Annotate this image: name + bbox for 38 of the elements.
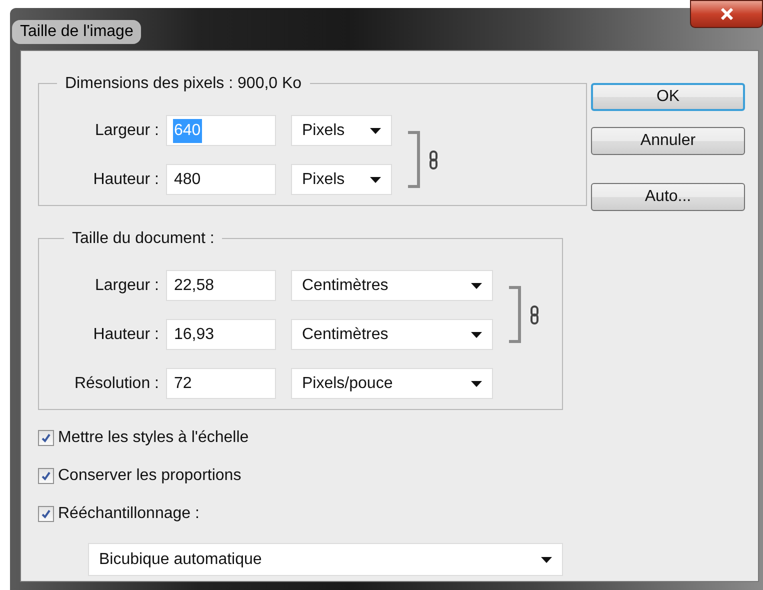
unit-dropdown[interactable]: Centimètres [291, 270, 493, 301]
unit-dropdown[interactable]: Pixels/pouce [291, 368, 493, 399]
checkmark-icon [41, 471, 51, 481]
caret-icon [370, 176, 381, 182]
checkmark-icon [41, 509, 51, 519]
caret-icon [471, 282, 482, 288]
link-icon [530, 304, 539, 324]
dialog-button[interactable]: Auto... [591, 183, 745, 211]
caret-icon [370, 128, 381, 134]
field-label: Hauteur : [92, 170, 160, 190]
checkbox[interactable] [38, 506, 54, 522]
dialog-button[interactable]: OK [591, 83, 745, 111]
caret-icon [471, 380, 482, 386]
checkbox-label: Rééchantillonnage : [58, 504, 200, 524]
unit-dropdown[interactable]: Centimètres [291, 319, 493, 350]
checkbox[interactable] [38, 430, 54, 446]
close-icon [720, 8, 734, 20]
window-title: Taille de l'image [12, 20, 142, 44]
dialog-button[interactable]: Annuler [591, 127, 745, 155]
unit-dropdown[interactable]: Pixels [291, 164, 392, 195]
checkmark-icon [41, 433, 51, 443]
field-label: Hauteur : [92, 324, 160, 344]
input-field[interactable]: 22,58 [166, 270, 276, 301]
resample-dropdown[interactable]: Bicubique automatique [88, 543, 563, 576]
checkbox[interactable] [38, 468, 54, 484]
caret-icon [471, 332, 482, 338]
field-label: Largeur : [94, 276, 160, 296]
close-button[interactable] [690, 0, 763, 28]
checkbox-label: Mettre les styles à l'échelle [58, 428, 249, 448]
input-field[interactable]: 480 [166, 164, 276, 195]
field-label: Largeur : [94, 120, 160, 140]
link-icon [429, 150, 438, 170]
unit-dropdown[interactable]: Pixels [291, 115, 392, 146]
field-label: Résolution : [74, 374, 160, 394]
input-field[interactable]: 72 [166, 368, 276, 399]
checkbox-label: Conserver les proportions [58, 466, 242, 486]
input-field[interactable]: 16,93 [166, 319, 276, 350]
caret-icon [541, 556, 552, 562]
